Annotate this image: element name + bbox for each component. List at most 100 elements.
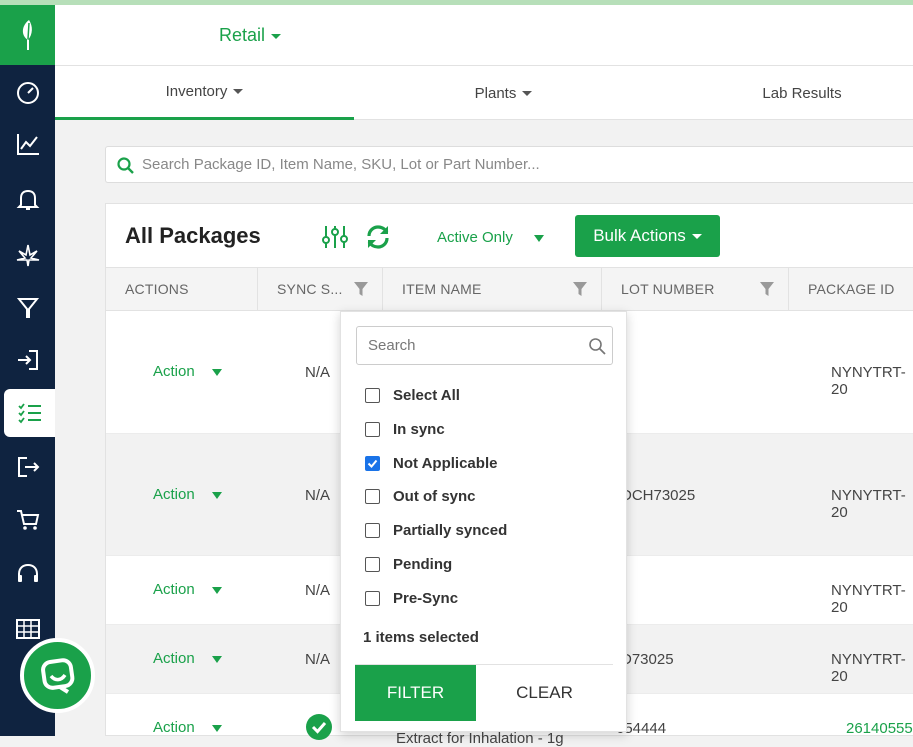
filter-search-input[interactable]: [368, 327, 578, 364]
option-label: Select All: [393, 386, 460, 404]
row-action-dropdown[interactable]: Action: [153, 363, 222, 380]
sign-in-icon: [17, 350, 38, 370]
row-action-dropdown[interactable]: Action: [153, 650, 222, 667]
tab-inventory[interactable]: Inventory: [55, 66, 354, 120]
tab-lab-results[interactable]: Lab Results: [653, 66, 913, 120]
sync-status-cell: N/A: [305, 582, 331, 599]
checklist-icon: [17, 403, 41, 424]
column-label: ACTIONS: [125, 281, 189, 297]
package-id-link[interactable]: 26140555: [846, 720, 913, 737]
chevron-down-icon: [211, 491, 222, 499]
package-id-cell: NYNYTRT-20: [831, 364, 906, 398]
option-label: Not Applicable: [393, 454, 498, 472]
status-filter-label: Active Only: [437, 229, 513, 246]
checkbox[interactable]: [365, 421, 380, 437]
nav-transfers-out[interactable]: [0, 443, 55, 491]
nav-analytics[interactable]: [0, 120, 55, 168]
bulk-actions-button[interactable]: Bulk Actions: [575, 215, 720, 257]
package-id-cell: NYNYTRT-20: [831, 487, 906, 521]
chevron-down-icon: [533, 234, 544, 242]
table-grid-icon: [15, 619, 40, 639]
chevron-down-icon: [271, 33, 282, 39]
table-header: ACTIONS SYNC S... ITEM NAME LOT NUMBER P…: [106, 267, 913, 311]
row-action-dropdown[interactable]: Action: [153, 581, 222, 598]
column-header-package-id[interactable]: PACKAGE ID: [789, 268, 913, 310]
help-chat-button[interactable]: [20, 638, 95, 713]
checkbox[interactable]: [365, 522, 380, 538]
nav-processing[interactable]: [0, 284, 55, 332]
option-out-of-sync[interactable]: Out of sync: [365, 485, 476, 507]
option-select-all[interactable]: Select All: [365, 384, 460, 406]
store-selector[interactable]: Retail: [219, 25, 282, 46]
column-label: SYNC S...: [277, 281, 343, 297]
package-id-cell: NYNYTRT-20: [831, 582, 906, 616]
funnel-glass-icon: [16, 298, 39, 318]
chevron-down-icon: [522, 90, 533, 96]
package-search: [105, 146, 913, 183]
sync-status-cell: N/A: [305, 651, 331, 668]
checkbox-checked[interactable]: [365, 455, 380, 471]
option-in-sync[interactable]: In sync: [365, 418, 445, 440]
action-label: Action: [153, 719, 195, 736]
chevron-down-icon: [211, 586, 222, 594]
option-label: Partially synced: [393, 521, 508, 539]
option-pending[interactable]: Pending: [365, 553, 452, 575]
option-pre-sync[interactable]: Pre-Sync: [365, 587, 458, 609]
option-not-applicable[interactable]: Not Applicable: [365, 452, 497, 474]
page-title: All Packages: [125, 223, 261, 248]
checkbox[interactable]: [365, 387, 380, 403]
nav-notifications[interactable]: [0, 175, 55, 223]
tab-label: Plants: [474, 84, 517, 102]
checkbox[interactable]: [365, 488, 380, 504]
app-logo[interactable]: [0, 5, 55, 65]
search-icon: [117, 157, 134, 174]
speedometer-icon: [16, 82, 39, 104]
row-action-dropdown[interactable]: Action: [153, 486, 222, 503]
chevron-down-icon: [233, 89, 244, 94]
tab-label: Inventory: [165, 83, 228, 100]
checkbox[interactable]: [365, 590, 380, 606]
sidebar: [0, 5, 55, 736]
search-icon: [589, 338, 606, 355]
leaf-logo-icon: [22, 20, 32, 50]
search-input[interactable]: [142, 147, 902, 182]
chevron-down-icon: [211, 655, 222, 663]
option-label: Out of sync: [393, 487, 476, 505]
column-header-lot-number[interactable]: LOT NUMBER: [602, 268, 789, 310]
nav-packages[interactable]: [4, 389, 55, 437]
option-label: Pending: [393, 555, 453, 573]
column-header-sync-status[interactable]: SYNC S...: [258, 268, 383, 310]
status-filter-dropdown[interactable]: Active Only: [437, 229, 544, 246]
filter-funnel-icon[interactable]: [759, 281, 775, 297]
row-action-dropdown[interactable]: Action: [153, 719, 222, 736]
selected-count: 1 items selected: [363, 629, 479, 646]
tab-label: Lab Results: [762, 84, 842, 102]
filter-funnel-icon[interactable]: [353, 281, 369, 297]
clear-button[interactable]: CLEAR: [476, 665, 613, 721]
cannabis-leaf-icon: [16, 244, 39, 267]
nav-dashboard[interactable]: [0, 68, 55, 116]
option-partially-synced[interactable]: Partially synced: [365, 519, 507, 541]
column-label: LOT NUMBER: [621, 281, 715, 297]
sliders-icon[interactable]: [321, 224, 349, 250]
column-header-item-name[interactable]: ITEM NAME: [383, 268, 602, 310]
option-label: In sync: [393, 420, 445, 438]
item-name-cell: Extract for Inhalation - 1g: [396, 730, 564, 747]
nav-sales[interactable]: [0, 496, 55, 544]
checkbox[interactable]: [365, 556, 380, 572]
nav-support[interactable]: [0, 550, 55, 598]
tab-plants[interactable]: Plants: [354, 66, 653, 120]
refresh-icon[interactable]: [365, 224, 391, 250]
sign-out-icon: [17, 457, 39, 477]
filter-funnel-icon[interactable]: [572, 281, 588, 297]
lot-number-cell: D73025: [621, 651, 674, 668]
store-label: Retail: [219, 25, 266, 45]
nav-transfers-in[interactable]: [0, 336, 55, 384]
filter-button[interactable]: FILTER: [355, 665, 476, 721]
sync-status-cell: N/A: [305, 364, 331, 381]
nav-cannabis[interactable]: [0, 231, 55, 279]
sync-status-filter-popup: Select All In sync Not Applicable Out of…: [340, 311, 627, 732]
column-label: PACKAGE ID: [808, 281, 895, 297]
chat-bubble-icon: [40, 657, 74, 694]
lot-number-cell: DCH73025: [621, 487, 696, 504]
